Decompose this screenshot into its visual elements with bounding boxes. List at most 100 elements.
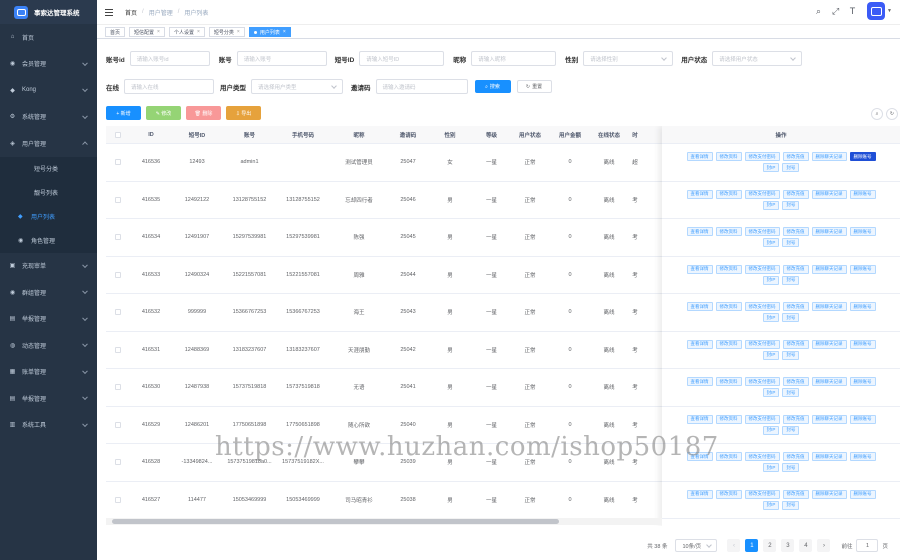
op-button-3[interactable]: 修改充值: [782, 452, 809, 462]
search-button[interactable]: ⌕ 搜索: [474, 80, 511, 93]
search-icon[interactable]: ⌕: [814, 6, 823, 17]
tag-4[interactable]: 用户列表 ×: [248, 27, 291, 37]
page-2-button[interactable]: 2: [763, 539, 777, 552]
op-button-5[interactable]: 删除账号: [849, 489, 876, 499]
op-button-2[interactable]: 修改支付密码: [744, 189, 780, 199]
tag-1[interactable]: 短信配置 ×: [129, 27, 165, 37]
op-button-6[interactable]: 封IP: [762, 200, 780, 210]
op-button-4[interactable]: 删除聊天记录: [811, 227, 847, 237]
op-button-2[interactable]: 修改支付密码: [744, 302, 780, 312]
row-checkbox[interactable]: [115, 346, 121, 353]
op-button-0[interactable]: 查看详情: [686, 152, 713, 162]
op-button-7[interactable]: 封号: [782, 200, 800, 210]
op-button-3[interactable]: 修改充值: [782, 489, 809, 499]
tag-2[interactable]: 个人设置 ×: [168, 27, 205, 37]
user-status-select[interactable]: 请选择用户状态: [712, 51, 803, 66]
op-button-1[interactable]: 修改资料: [715, 227, 742, 237]
sidebar-item-tool[interactable]: ▥ 系统工具: [0, 412, 97, 439]
short-id-input[interactable]: 请输入短号ID: [359, 51, 445, 66]
op-button-4[interactable]: 删除聊天记录: [811, 414, 847, 424]
op-button-7[interactable]: 封号: [782, 350, 800, 360]
op-button-4[interactable]: 删除聊天记录: [811, 489, 847, 499]
sidebar-item-user[interactable]: ◉ 会员管理: [0, 51, 97, 78]
op-button-7[interactable]: 封号: [782, 238, 800, 248]
sidebar-item-moment[interactable]: ◍ 动态管理: [0, 332, 97, 359]
op-button-0[interactable]: 查看详情: [686, 489, 713, 499]
page-4-button[interactable]: 4: [799, 539, 813, 552]
op-button-5[interactable]: 删除账号: [849, 377, 876, 387]
op-button-4[interactable]: 删除聊天记录: [811, 452, 847, 462]
op-button-6[interactable]: 封IP: [762, 163, 780, 173]
op-button-6[interactable]: 封IP: [762, 238, 780, 248]
op-button-6[interactable]: 封IP: [762, 275, 780, 285]
sidebar-item-user-group[interactable]: ◈ 用户管理: [0, 130, 97, 157]
op-button-0[interactable]: 查看详情: [686, 227, 713, 237]
op-button-5[interactable]: 删除账号: [849, 414, 876, 424]
op-button-5[interactable]: 删除账号: [849, 227, 876, 237]
caret-down-icon[interactable]: ▼: [887, 8, 892, 14]
submenu-item-1[interactable]: 靓号列表: [0, 181, 97, 205]
op-button-1[interactable]: 修改资料: [715, 414, 742, 424]
row-checkbox[interactable]: [115, 159, 121, 166]
page-3-button[interactable]: 3: [781, 539, 795, 552]
delete-button[interactable]: 🗑 删除: [186, 106, 221, 120]
op-button-6[interactable]: 封IP: [762, 350, 780, 360]
op-button-6[interactable]: 封IP: [762, 500, 780, 510]
op-button-0[interactable]: 查看详情: [686, 339, 713, 349]
sidebar-item-settings[interactable]: ⚙ 系统管理: [0, 104, 97, 131]
op-button-4[interactable]: 删除聊天记录: [811, 377, 847, 387]
breadcrumb-home[interactable]: 首页: [125, 8, 137, 17]
add-button[interactable]: + 新增: [106, 106, 141, 120]
row-checkbox[interactable]: [115, 196, 121, 203]
op-button-7[interactable]: 封号: [782, 500, 800, 510]
op-button-4[interactable]: 删除聊天记录: [811, 264, 847, 274]
op-button-2[interactable]: 修改支付密码: [744, 489, 780, 499]
op-button-3[interactable]: 修改充值: [782, 189, 809, 199]
op-button-5[interactable]: 删除账号: [849, 452, 876, 462]
op-button-1[interactable]: 修改资料: [715, 452, 742, 462]
op-button-0[interactable]: 查看详情: [686, 189, 713, 199]
row-checkbox[interactable]: [115, 384, 121, 391]
op-button-3[interactable]: 修改充值: [782, 152, 809, 162]
edit-button[interactable]: ✎ 修改: [146, 106, 181, 120]
op-button-4[interactable]: 删除聊天记录: [811, 302, 847, 312]
row-checkbox[interactable]: [115, 234, 121, 241]
user-type-select[interactable]: 请选择用户类型: [251, 79, 343, 94]
tag-0[interactable]: 首页: [105, 27, 126, 37]
op-button-5[interactable]: 删除账号: [849, 152, 876, 162]
op-button-1[interactable]: 修改资料: [715, 339, 742, 349]
row-checkbox[interactable]: [115, 309, 121, 316]
sidebar-item-home[interactable]: ⌂ 首页: [0, 24, 97, 51]
op-button-0[interactable]: 查看详情: [686, 264, 713, 274]
op-button-6[interactable]: 封IP: [762, 313, 780, 323]
op-button-6[interactable]: 封IP: [762, 425, 780, 435]
nickname-input[interactable]: 请输入昵称: [471, 51, 557, 66]
invite-code-input[interactable]: 请输入邀请码: [375, 79, 468, 94]
close-icon[interactable]: ×: [283, 29, 286, 35]
submenu-item-0[interactable]: 短号分类: [0, 157, 97, 181]
op-button-7[interactable]: 封号: [782, 463, 800, 473]
op-button-7[interactable]: 封号: [782, 275, 800, 285]
row-checkbox[interactable]: [115, 421, 121, 428]
op-button-2[interactable]: 修改支付密码: [744, 152, 780, 162]
op-button-1[interactable]: 修改资料: [715, 189, 742, 199]
close-icon[interactable]: ×: [237, 29, 240, 35]
gender-select[interactable]: 请选择性别: [583, 51, 674, 66]
export-button[interactable]: ⇩ 导出: [226, 106, 261, 120]
op-button-7[interactable]: 封号: [782, 388, 800, 398]
next-page-button[interactable]: ›: [817, 539, 831, 552]
account-id-input[interactable]: 请输入账号id: [129, 51, 210, 66]
toggle-search-icon[interactable]: ⌕: [871, 108, 883, 120]
op-button-5[interactable]: 删除账号: [849, 264, 876, 274]
sidebar-item-doc[interactable]: ▣ 充现审单: [0, 253, 97, 280]
sidebar-item-report[interactable]: ▤ 举报管理: [0, 306, 97, 333]
op-button-3[interactable]: 修改充值: [782, 414, 809, 424]
close-icon[interactable]: ×: [197, 29, 200, 35]
op-button-1[interactable]: 修改资料: [715, 152, 742, 162]
jump-page-input[interactable]: 1: [856, 539, 879, 552]
submenu-item-3[interactable]: ◉ 角色管理: [0, 229, 97, 253]
op-button-5[interactable]: 删除账号: [849, 339, 876, 349]
op-button-0[interactable]: 查看详情: [686, 377, 713, 387]
refresh-table-icon[interactable]: ↻: [886, 108, 898, 120]
page-size-select[interactable]: 10条/页: [675, 539, 718, 552]
